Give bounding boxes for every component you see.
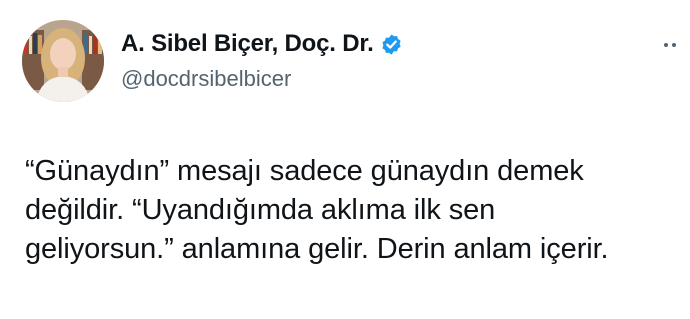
tweet-card: A. Sibel Biçer, Doç. Dr. @docdrsibelbice… (0, 0, 690, 319)
tweet-text-line: “Günaydın” mesajı sadece günaydın demek (25, 155, 584, 187)
author-handle[interactable]: @docdrsibelbicer (121, 66, 291, 92)
display-name[interactable]: A. Sibel Biçer, Doç. Dr. (121, 30, 374, 58)
tweet-text-line: geliyorsun.” anlamına gelir. Derin anlam… (25, 233, 609, 265)
avatar-photo (22, 20, 104, 102)
author-name-row[interactable]: A. Sibel Biçer, Doç. Dr. (121, 29, 403, 59)
more-options-icon[interactable] (664, 30, 690, 60)
tweet-text: “Günaydın” mesajı sadece günaydın demek … (25, 152, 675, 269)
avatar[interactable] (22, 20, 104, 102)
verified-badge-icon (380, 33, 403, 56)
tweet-text-line: değildir. “Uyandığımda aklıma ilk sen (25, 194, 496, 226)
